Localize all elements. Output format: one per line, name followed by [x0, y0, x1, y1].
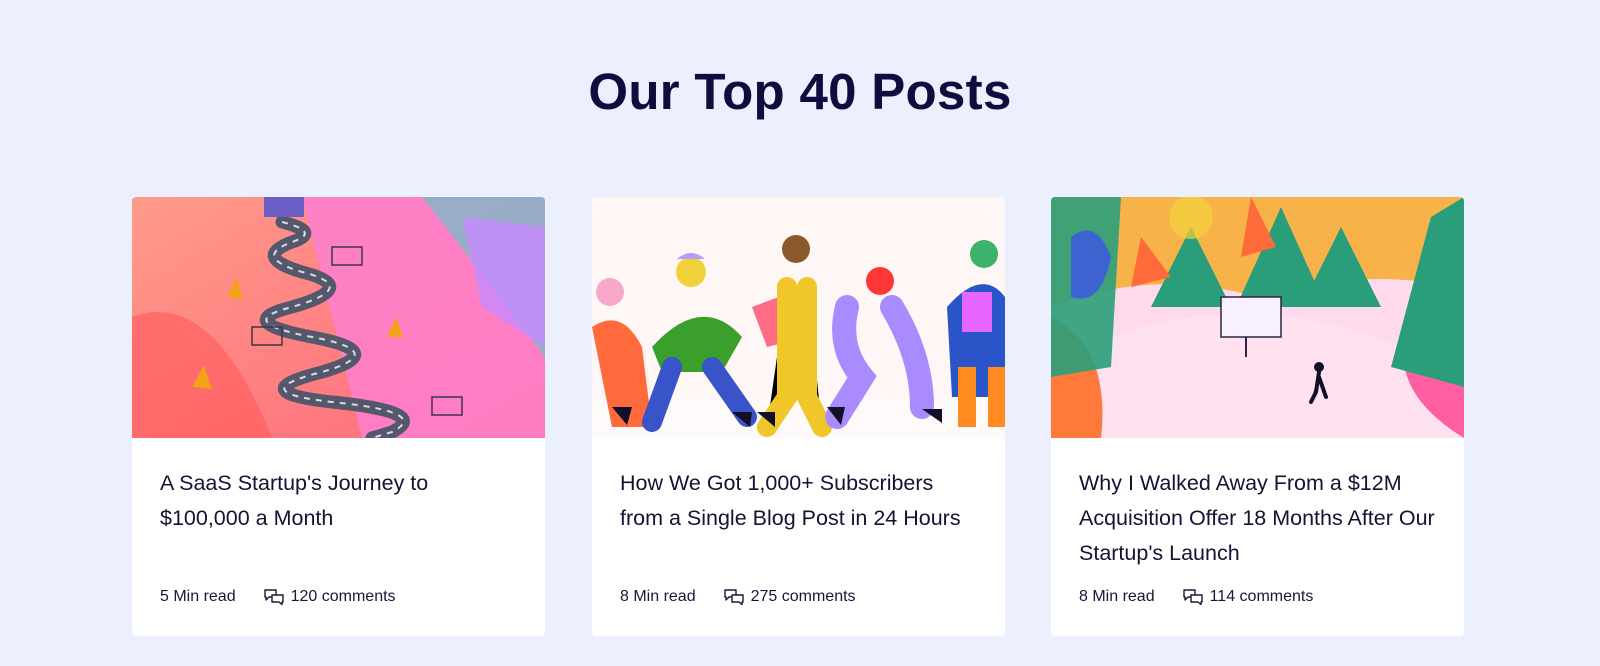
comments-icon	[1182, 589, 1203, 605]
comments-icon	[723, 589, 744, 605]
read-time: 5 Min read	[160, 588, 236, 605]
post-meta: 8 Min read 275 comments	[620, 587, 856, 607]
post-card[interactable]: How We Got 1,000+ Subscribers from a Sin…	[592, 197, 1005, 636]
comments-count[interactable]: 120 comments	[291, 588, 396, 606]
read-time: 8 Min read	[1079, 588, 1155, 605]
post-card[interactable]: Why I Walked Away From a $12M Acquisitio…	[1051, 197, 1464, 636]
comments-count[interactable]: 114 comments	[1210, 588, 1314, 606]
post-meta: 8 Min read 114 comments	[1079, 587, 1313, 607]
post-title[interactable]: Why I Walked Away From a $12M Acquisitio…	[1079, 466, 1439, 571]
post-image-walking-people[interactable]	[592, 197, 1005, 438]
comments-count[interactable]: 275 comments	[751, 588, 856, 606]
comments-link[interactable]: 114 comments	[1182, 588, 1314, 606]
comments-link[interactable]: 120 comments	[263, 588, 396, 606]
post-title[interactable]: How We Got 1,000+ Subscribers from a Sin…	[620, 466, 980, 536]
read-time: 8 Min read	[620, 588, 696, 605]
post-meta: 5 Min read 120 comments	[160, 587, 396, 607]
comments-icon	[263, 589, 284, 605]
post-image-forest-walker[interactable]	[1051, 197, 1464, 438]
post-image-winding-road[interactable]	[132, 197, 545, 438]
section-title: Our Top 40 Posts	[588, 63, 1012, 120]
post-title[interactable]: A SaaS Startup's Journey to $100,000 a M…	[160, 466, 520, 536]
comments-link[interactable]: 275 comments	[723, 588, 856, 606]
post-card[interactable]: A SaaS Startup's Journey to $100,000 a M…	[132, 197, 545, 636]
